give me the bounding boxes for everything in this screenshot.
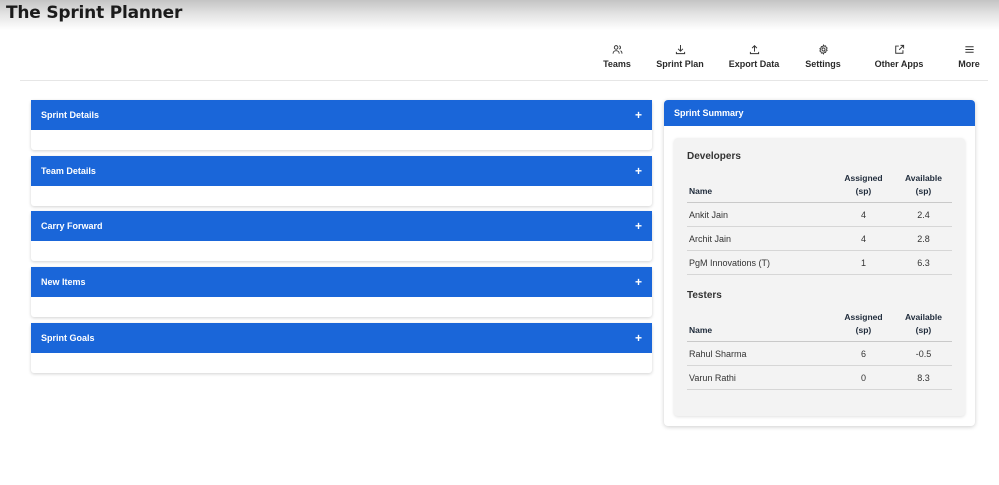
- testers-heading: Testers: [687, 290, 722, 301]
- download-icon: [675, 45, 685, 55]
- developers-table: Name Assigned (sp) Available (sp) Ankit Ja…: [687, 172, 952, 275]
- section-title: New Items: [41, 277, 86, 287]
- nav-export-data[interactable]: Export Data: [719, 44, 789, 69]
- col-name: Name: [687, 172, 832, 203]
- section-header[interactable]: Sprint Goals +: [31, 323, 652, 353]
- title-bar: The Sprint Planner: [0, 0, 999, 30]
- available-value: 2.4: [892, 202, 952, 227]
- section-title: Carry Forward: [41, 221, 103, 231]
- nav-settings[interactable]: Settings: [788, 44, 858, 69]
- table-row: Archit Jain 4 2.8: [687, 226, 952, 251]
- section-title: Sprint Details: [41, 110, 100, 120]
- menu-icon: [964, 46, 974, 53]
- assigned-value: 1: [832, 250, 893, 275]
- col-available: Available (sp): [892, 311, 952, 342]
- summary-header: Sprint Summary: [664, 100, 975, 126]
- table-row: Ankit Jain 4 2.4: [687, 202, 952, 227]
- col-available: Available (sp): [892, 172, 952, 203]
- available-value: 2.8: [892, 226, 952, 251]
- top-nav: Teams Sprint Plan Export Data Settings O…: [0, 44, 999, 74]
- section-title: Sprint Goals: [41, 333, 95, 343]
- member-name: Ankit Jain: [687, 202, 832, 227]
- app-title: The Sprint Planner: [6, 3, 183, 23]
- nav-label: Settings: [805, 59, 841, 69]
- assigned-value: 0: [832, 365, 893, 390]
- expand-icon[interactable]: +: [635, 332, 642, 344]
- table-row: PgM Innovations (T) 1 6.3: [687, 250, 952, 275]
- external-link-icon: [894, 44, 904, 54]
- table-row: Rahul Sharma 6 -0.5: [687, 341, 952, 366]
- col-available-label: Available: [904, 173, 942, 183]
- nav-label: More: [958, 59, 980, 69]
- available-value: 6.3: [892, 250, 952, 275]
- col-available-label: Available: [904, 312, 942, 322]
- table-header-row: Name Assigned (sp) Available (sp): [687, 311, 952, 342]
- col-assigned-unit: (sp): [855, 325, 872, 335]
- section-sprint-details: Sprint Details +: [31, 100, 652, 150]
- nav-other-apps[interactable]: Other Apps: [864, 44, 934, 69]
- member-name: Rahul Sharma: [687, 341, 832, 366]
- nav-divider: [20, 80, 988, 81]
- col-available-unit: (sp): [915, 325, 932, 335]
- nav-sprint-plan[interactable]: Sprint Plan: [645, 44, 715, 69]
- table-header-row: Name Assigned (sp) Available (sp): [687, 172, 952, 203]
- sprint-summary-panel: Sprint Summary Developers Name Assigned (…: [664, 100, 975, 426]
- expand-icon[interactable]: +: [635, 220, 642, 232]
- assigned-value: 6: [832, 341, 893, 366]
- col-assigned: Assigned (sp): [832, 311, 893, 342]
- member-name: Archit Jain: [687, 226, 832, 251]
- section-title: Team Details: [41, 166, 96, 176]
- nav-label: Sprint Plan: [656, 59, 704, 69]
- expand-icon[interactable]: +: [635, 165, 642, 177]
- section-carry-forward: Carry Forward +: [31, 211, 652, 261]
- section-header[interactable]: New Items +: [31, 267, 652, 297]
- col-assigned-label: Assigned: [844, 312, 883, 322]
- section-sprint-goals: Sprint Goals +: [31, 323, 652, 373]
- col-assigned-label: Assigned: [844, 173, 883, 183]
- testers-table: Name Assigned (sp) Available (sp) Rahul Sh…: [687, 311, 952, 390]
- expand-icon[interactable]: +: [635, 276, 642, 288]
- upload-icon: [749, 45, 759, 55]
- available-value: 8.3: [892, 365, 952, 390]
- nav-label: Teams: [603, 59, 631, 69]
- nav-label: Other Apps: [874, 59, 924, 69]
- available-value: -0.5: [892, 341, 952, 366]
- member-name: PgM Innovations (T): [687, 250, 832, 275]
- summary-title: Sprint Summary: [674, 108, 744, 118]
- section-team-details: Team Details +: [31, 156, 652, 206]
- col-name: Name: [687, 311, 832, 342]
- col-available-unit: (sp): [915, 186, 932, 196]
- summary-content: Developers Name Assigned (sp) Available (s…: [674, 138, 965, 416]
- users-icon: [612, 45, 622, 54]
- col-assigned-unit: (sp): [855, 186, 872, 196]
- gear-icon: [818, 44, 828, 55]
- expand-icon[interactable]: +: [635, 109, 642, 121]
- assigned-value: 4: [832, 202, 893, 227]
- assigned-value: 4: [832, 226, 893, 251]
- member-name: Varun Rathi: [687, 365, 832, 390]
- section-new-items: New Items +: [31, 267, 652, 317]
- nav-more[interactable]: More: [934, 44, 999, 69]
- section-header[interactable]: Sprint Details +: [31, 100, 652, 130]
- col-assigned: Assigned (sp): [832, 172, 893, 203]
- nav-teams[interactable]: Teams: [582, 44, 652, 69]
- section-header[interactable]: Carry Forward +: [31, 211, 652, 241]
- section-header[interactable]: Team Details +: [31, 156, 652, 186]
- nav-label: Export Data: [728, 59, 780, 69]
- table-row: Varun Rathi 0 8.3: [687, 365, 952, 390]
- developers-heading: Developers: [687, 151, 741, 162]
